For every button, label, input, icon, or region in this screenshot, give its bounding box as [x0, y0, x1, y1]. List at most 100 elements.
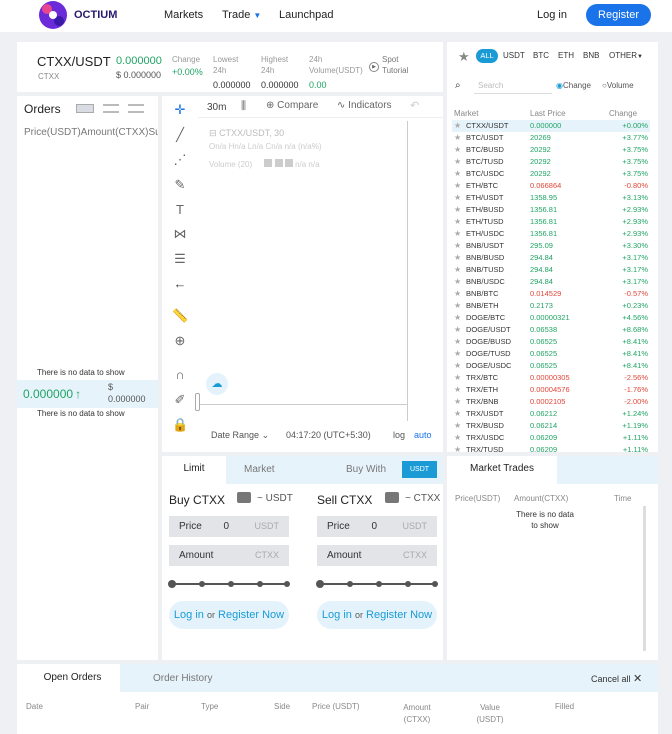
login-link[interactable]: Log in: [322, 609, 352, 621]
favorite-star-icon[interactable]: ★: [454, 312, 461, 324]
favorite-star-icon[interactable]: ★: [454, 156, 461, 168]
favorite-star-icon[interactable]: ★: [454, 240, 461, 252]
market-trades-title[interactable]: Market Trades: [447, 456, 557, 484]
forecast-icon[interactable]: ☰: [172, 251, 188, 267]
market-row[interactable]: ★ BNB/BTC 0.014529 -0.57%: [452, 288, 650, 300]
buy-login-register-button[interactable]: Log in or Register Now: [169, 601, 289, 629]
auto-toggle[interactable]: auto: [414, 430, 432, 440]
candles-icon[interactable]: ⫼: [241, 100, 246, 113]
register-button[interactable]: Register: [586, 4, 651, 26]
login-link[interactable]: Log in: [537, 9, 567, 21]
slider-stop[interactable]: [347, 581, 353, 587]
favorite-star-icon[interactable]: ★: [454, 432, 461, 444]
market-row[interactable]: ★ TRX/BTC 0.00000305 -2.56%: [452, 372, 650, 384]
market-row[interactable]: ★ BNB/BUSD 294.84 +3.17%: [452, 252, 650, 264]
favorites-star-icon[interactable]: ★: [458, 49, 470, 65]
register-link[interactable]: Register Now: [366, 609, 432, 621]
favorite-star-icon[interactable]: ★: [454, 252, 461, 264]
nav-launchpad[interactable]: Launchpad: [279, 9, 333, 21]
tab-limit[interactable]: Limit: [162, 456, 226, 484]
favorite-star-icon[interactable]: ★: [454, 324, 461, 336]
scrollbar[interactable]: [643, 506, 646, 651]
favorite-star-icon[interactable]: ★: [454, 444, 461, 456]
text-tool-icon[interactable]: T: [172, 202, 188, 218]
interval-selector[interactable]: 30m: [207, 102, 226, 113]
favorite-star-icon[interactable]: ★: [454, 384, 461, 396]
back-arrow-icon[interactable]: ←: [172, 276, 188, 292]
slider-stop[interactable]: [405, 581, 411, 587]
fib-icon[interactable]: ⋰: [172, 152, 188, 168]
market-row[interactable]: ★ TRX/BUSD 0.06214 +1.19%: [452, 420, 650, 432]
favorite-star-icon[interactable]: ★: [454, 144, 461, 156]
slider-stop[interactable]: [228, 581, 234, 587]
log-toggle[interactable]: log: [393, 430, 405, 440]
market-row[interactable]: ★ ETH/BUSD 1356.81 +2.93%: [452, 204, 650, 216]
favorite-star-icon[interactable]: ★: [454, 228, 461, 240]
favorite-star-icon[interactable]: ★: [454, 348, 461, 360]
slider-stop[interactable]: [376, 581, 382, 587]
filter-tab-bnb[interactable]: BNB: [583, 51, 599, 60]
lock-icon[interactable]: 🔒: [172, 417, 188, 433]
market-row[interactable]: ★ BTC/USDC 20292 +3.75%: [452, 168, 650, 180]
sell-amount-slider[interactable]: [316, 580, 438, 588]
market-row[interactable]: ★ BNB/USDT 295.09 +3.30%: [452, 240, 650, 252]
favorite-star-icon[interactable]: ★: [454, 336, 461, 348]
market-row[interactable]: ★ DOGE/BTC 0.00000321 +4.56%: [452, 312, 650, 324]
order-view-bids-icon[interactable]: [103, 104, 119, 113]
filter-tab-usdt[interactable]: USDT: [503, 51, 525, 60]
nav-trade[interactable]: Trade ▼: [222, 9, 261, 21]
search-input[interactable]: Search: [474, 79, 552, 94]
market-row[interactable]: ★ BTC/TUSD 20292 +3.75%: [452, 156, 650, 168]
pencil-lock-icon[interactable]: ✐: [172, 392, 188, 408]
tab-open-orders[interactable]: Open Orders: [25, 664, 120, 692]
favorite-star-icon[interactable]: ★: [454, 204, 461, 216]
favorite-star-icon[interactable]: ★: [454, 120, 461, 132]
sell-login-register-button[interactable]: Log in or Register Now: [317, 601, 437, 629]
favorite-star-icon[interactable]: ★: [454, 408, 461, 420]
play-circle-icon[interactable]: ▶: [369, 62, 379, 72]
favorite-star-icon[interactable]: ★: [454, 396, 461, 408]
buy-price-field[interactable]: Price 0 USDT: [169, 516, 289, 537]
market-row[interactable]: ★ TRX/USDC 0.06209 +1.11%: [452, 432, 650, 444]
market-row[interactable]: ★ BNB/ETH 0.2173 +0.23%: [452, 300, 650, 312]
close-icon[interactable]: [284, 159, 293, 167]
nav-markets[interactable]: Markets: [164, 9, 203, 21]
market-row[interactable]: ★ TRX/TUSD 0.06209 +1.11%: [452, 444, 650, 456]
buy-amount-slider[interactable]: [168, 580, 290, 588]
brush-icon[interactable]: ✎: [172, 177, 188, 193]
slider-stop[interactable]: [432, 581, 438, 587]
market-row[interactable]: ★ DOGE/USDC 0.06525 +8.41%: [452, 360, 650, 372]
buy-with-select[interactable]: USDT: [402, 461, 437, 478]
collapse-icon[interactable]: ⊟: [209, 128, 217, 138]
favorite-star-icon[interactable]: ★: [454, 132, 461, 144]
market-row[interactable]: ★ DOGE/BUSD 0.06525 +8.41%: [452, 336, 650, 348]
compare-button[interactable]: ⊕ Compare: [266, 100, 318, 111]
sell-price-field[interactable]: Price 0 USDT: [317, 516, 437, 537]
filter-tab-all[interactable]: ALL: [476, 49, 498, 63]
favorite-star-icon[interactable]: ★: [454, 216, 461, 228]
slider-stop[interactable]: [199, 581, 205, 587]
favorite-star-icon[interactable]: ★: [454, 180, 461, 192]
market-row[interactable]: ★ BNB/TUSD 294.84 +3.17%: [452, 264, 650, 276]
date-range-selector[interactable]: Date Range ⌄: [211, 430, 269, 441]
market-row[interactable]: ★ DOGE/TUSD 0.06525 +8.41%: [452, 348, 650, 360]
radio-change[interactable]: ◉Change: [556, 81, 591, 90]
slider-stop[interactable]: [316, 580, 324, 588]
filter-tab-eth[interactable]: ETH: [558, 51, 574, 60]
indicators-button[interactable]: ∿ Indicators: [337, 100, 392, 111]
buy-amount-field[interactable]: Amount CTXX: [169, 545, 289, 566]
radio-volume[interactable]: ○Volume: [602, 81, 634, 90]
crosshair-icon[interactable]: ✛: [172, 102, 188, 118]
favorite-star-icon[interactable]: ★: [454, 288, 461, 300]
pattern-icon[interactable]: ⋈: [172, 226, 188, 242]
market-row[interactable]: ★ ETH/USDC 1356.81 +2.93%: [452, 228, 650, 240]
cloud-icon[interactable]: ☁: [206, 373, 228, 395]
market-row[interactable]: ★ TRX/BNB 0.0002105 -2.00%: [452, 396, 650, 408]
favorite-star-icon[interactable]: ★: [454, 264, 461, 276]
market-row[interactable]: ★ ETH/BTC 0.066864 -0.80%: [452, 180, 650, 192]
market-row[interactable]: ★ CTXX/USDT 0.000000 +0.00%: [452, 120, 650, 132]
market-row[interactable]: ★ TRX/ETH 0.00004576 -1.76%: [452, 384, 650, 396]
magnet-icon[interactable]: ∩: [172, 367, 188, 383]
market-row[interactable]: ★ DOGE/USDT 0.06538 +8.68%: [452, 324, 650, 336]
ruler-icon[interactable]: 📏: [172, 308, 188, 324]
